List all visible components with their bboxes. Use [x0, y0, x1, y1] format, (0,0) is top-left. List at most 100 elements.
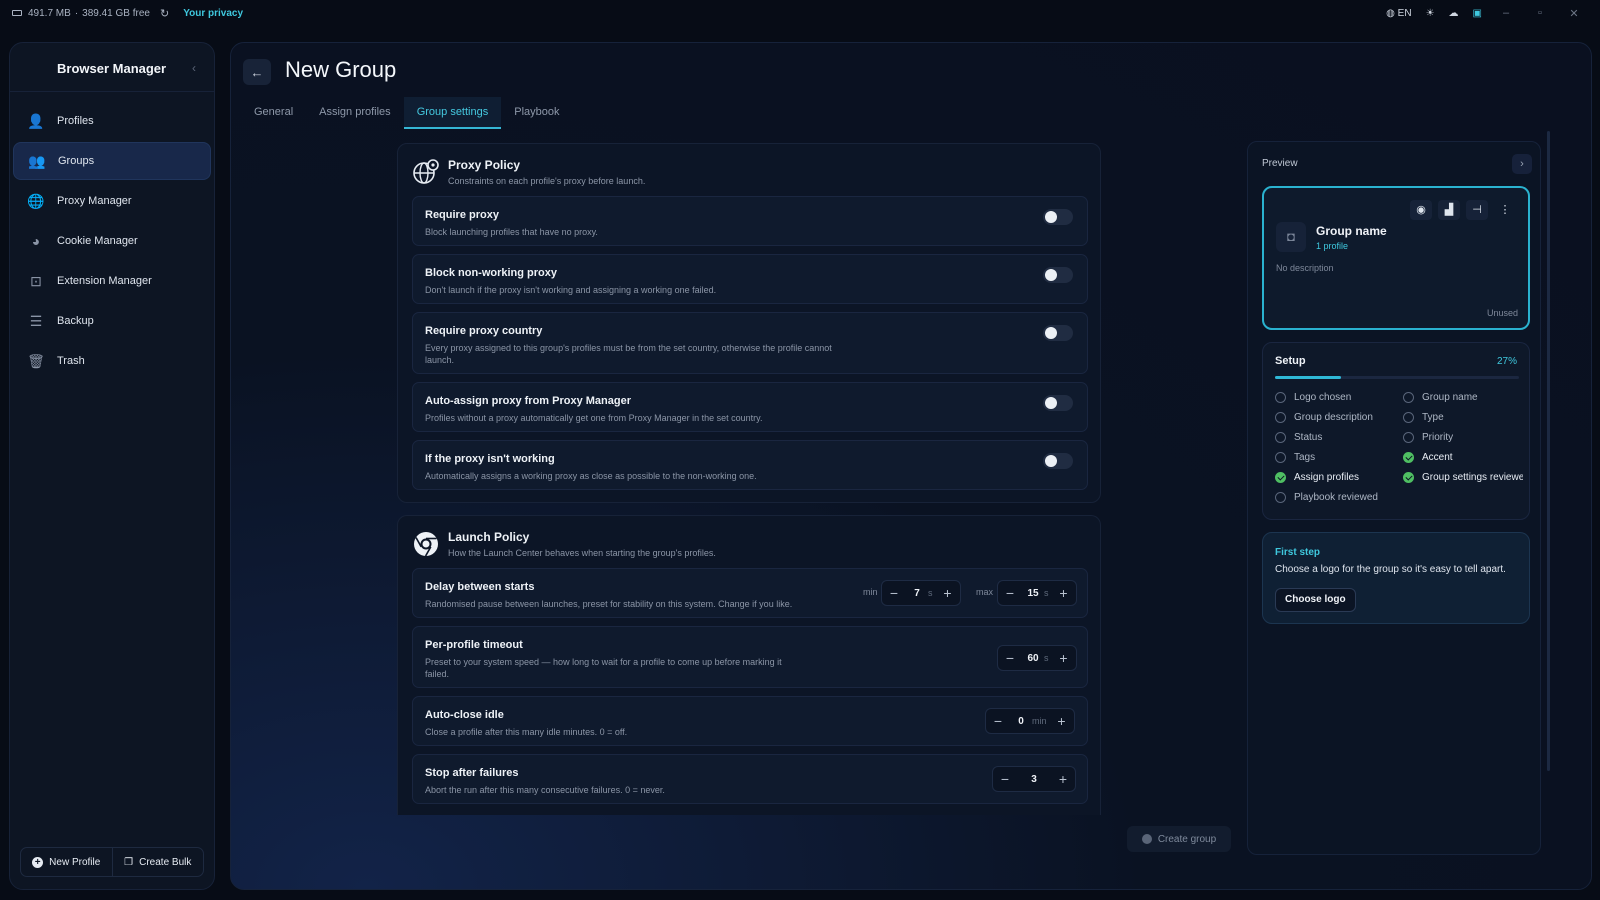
info-icon: [1141, 834, 1152, 844]
sidebar-item-profiles[interactable]: 👤 Profiles: [13, 102, 211, 140]
minus-icon[interactable]: −: [993, 771, 1017, 787]
min-label: min: [863, 587, 878, 597]
choose-logo-button[interactable]: Choose logo: [1275, 588, 1356, 612]
setting-title: Auto-assign proxy from Proxy Manager: [425, 395, 631, 407]
camera-icon[interactable]: ◘: [1276, 222, 1306, 252]
chart-icon[interactable]: ▟: [1438, 200, 1460, 220]
sidebar-item-groups[interactable]: 👥 Groups: [13, 142, 211, 180]
chrome-icon[interactable]: ◉: [1410, 200, 1432, 220]
collapse-icon[interactable]: ‹: [192, 61, 196, 75]
section-subtitle: How the Launch Center behaves when start…: [448, 548, 716, 558]
close-icon[interactable]: ✕: [1564, 7, 1584, 20]
monitor-icon[interactable]: ▣: [1473, 8, 1482, 19]
checklist-label: Playbook reviewed: [1294, 492, 1378, 503]
sidebar-item-label: Cookie Manager: [57, 235, 138, 247]
setup-progress-fill: [1275, 376, 1341, 379]
sidebar-item-cookie-manager[interactable]: ◕ Cookie Manager: [13, 222, 211, 260]
minus-icon[interactable]: −: [882, 585, 906, 601]
auto-close-idle-row: Auto-close idle Close a profile after th…: [412, 696, 1088, 746]
cloud-icon[interactable]: ☁: [1449, 8, 1459, 19]
back-button[interactable]: ←: [243, 59, 271, 85]
sidebar-item-label: Backup: [57, 315, 94, 327]
checklist-label: Accent: [1422, 452, 1453, 463]
tab-assign-profiles[interactable]: Assign profiles: [306, 97, 404, 129]
create-bulk-label: Create Bulk: [139, 856, 192, 868]
language-switch[interactable]: ◍ EN: [1386, 8, 1411, 19]
delay-max-stepper[interactable]: − 15 s +: [997, 580, 1077, 606]
block-non-working-proxy-toggle[interactable]: [1043, 267, 1073, 283]
delay-min-stepper[interactable]: − 7 s +: [881, 580, 961, 606]
sidebar-item-proxy-manager[interactable]: 🌐 Proxy Manager: [13, 182, 211, 220]
setting-description: Profiles without a proxy automatically g…: [425, 413, 763, 423]
auto-assign-proxy-toggle[interactable]: [1043, 395, 1073, 411]
status-bar: 491.7 MB · 389.41 GB free ↻ Your privacy: [0, 0, 1600, 26]
auto-assign-proxy-row: Auto-assign proxy from Proxy Manager Pro…: [412, 382, 1088, 432]
checklist-item: Group name: [1403, 391, 1523, 404]
checklist-label: Assign profiles: [1294, 472, 1360, 483]
circle-icon: [1275, 492, 1286, 503]
launch-policy-section: Launch Policy How the Launch Center beha…: [397, 515, 1101, 815]
check-circle-icon: [1403, 472, 1414, 483]
cookie-icon: ◕: [31, 233, 41, 249]
sidebar-item-backup[interactable]: ☰ Backup: [13, 302, 211, 340]
plus-icon: +: [32, 856, 44, 868]
idle-stepper[interactable]: − 0 min +: [985, 708, 1075, 734]
section-title: Launch Policy: [448, 530, 530, 544]
checklist-item: Group settings reviewed: [1403, 471, 1523, 484]
require-proxy-country-toggle[interactable]: [1043, 325, 1073, 341]
circle-icon: [1275, 452, 1286, 463]
privacy-link[interactable]: Your privacy: [183, 8, 243, 19]
sun-icon[interactable]: ☀: [1426, 8, 1435, 19]
plus-icon[interactable]: +: [1051, 771, 1075, 787]
checklist-item: Assign profiles: [1275, 471, 1403, 484]
tab-group-settings[interactable]: Group settings: [403, 97, 502, 129]
scrollbar[interactable]: [1547, 131, 1550, 771]
proxy-not-working-toggle[interactable]: [1043, 453, 1073, 469]
new-profile-button[interactable]: + New Profile: [21, 848, 112, 876]
sidebar-item-trash[interactable]: 🗑 Trash: [13, 342, 211, 380]
failures-stepper[interactable]: − 3 +: [992, 766, 1076, 792]
minimize-icon[interactable]: –: [1496, 7, 1516, 19]
language-label: EN: [1397, 7, 1412, 19]
checklist-item: Tags: [1275, 451, 1403, 464]
create-bulk-button[interactable]: ❐ Create Bulk: [111, 848, 204, 876]
globe-icon: ◍: [1386, 7, 1395, 19]
setting-title: If the proxy isn't working: [425, 453, 555, 465]
check-circle-icon: [1403, 452, 1414, 463]
users-icon: 👥: [28, 152, 46, 169]
refresh-icon[interactable]: ↻: [160, 7, 169, 20]
sidebar-item-label: Trash: [57, 355, 85, 367]
checklist-label: Status: [1294, 432, 1323, 443]
plus-icon[interactable]: +: [1052, 585, 1076, 601]
circle-icon: [1275, 392, 1286, 403]
plus-icon[interactable]: +: [1052, 650, 1076, 666]
setting-description: Automatically assigns a working proxy as…: [425, 471, 757, 481]
timeout-stepper[interactable]: − 60 s +: [997, 645, 1077, 671]
section-title: Proxy Policy: [448, 158, 521, 172]
create-group-button[interactable]: Create group: [1127, 826, 1231, 852]
preview-title: Preview: [1262, 158, 1298, 169]
tab-general[interactable]: General: [241, 97, 306, 129]
minus-icon[interactable]: −: [986, 713, 1010, 729]
profile-count: 1 profile: [1316, 241, 1349, 251]
sidebar-item-extension-manager[interactable]: ⊡ Extension Manager: [13, 262, 211, 300]
plus-icon[interactable]: +: [936, 585, 960, 601]
circle-icon: [1403, 432, 1414, 443]
pin-icon[interactable]: ⊣: [1466, 200, 1488, 220]
tab-playbook[interactable]: Playbook: [501, 97, 572, 129]
maximize-icon[interactable]: ▫: [1530, 7, 1550, 19]
puzzle-icon: ⊡: [30, 272, 42, 289]
minus-icon[interactable]: −: [998, 650, 1022, 666]
preview-panel: Preview › ◉ ▟ ⊣ ⋮ ◘ Group name 1 profile…: [1247, 141, 1541, 855]
minus-icon[interactable]: −: [998, 585, 1022, 601]
checklist-label: Tags: [1294, 452, 1316, 463]
circle-icon: [1275, 412, 1286, 423]
setting-description: Abort the run after this many consecutiv…: [425, 785, 665, 795]
sidebar-item-label: Extension Manager: [57, 275, 152, 287]
setting-title: Per-profile timeout: [425, 639, 523, 651]
app-title: Browser Manager: [57, 61, 167, 76]
chevron-right-icon[interactable]: ›: [1512, 154, 1532, 174]
plus-icon[interactable]: +: [1050, 713, 1074, 729]
require-proxy-toggle[interactable]: [1043, 209, 1073, 225]
more-icon[interactable]: ⋮: [1494, 200, 1516, 220]
